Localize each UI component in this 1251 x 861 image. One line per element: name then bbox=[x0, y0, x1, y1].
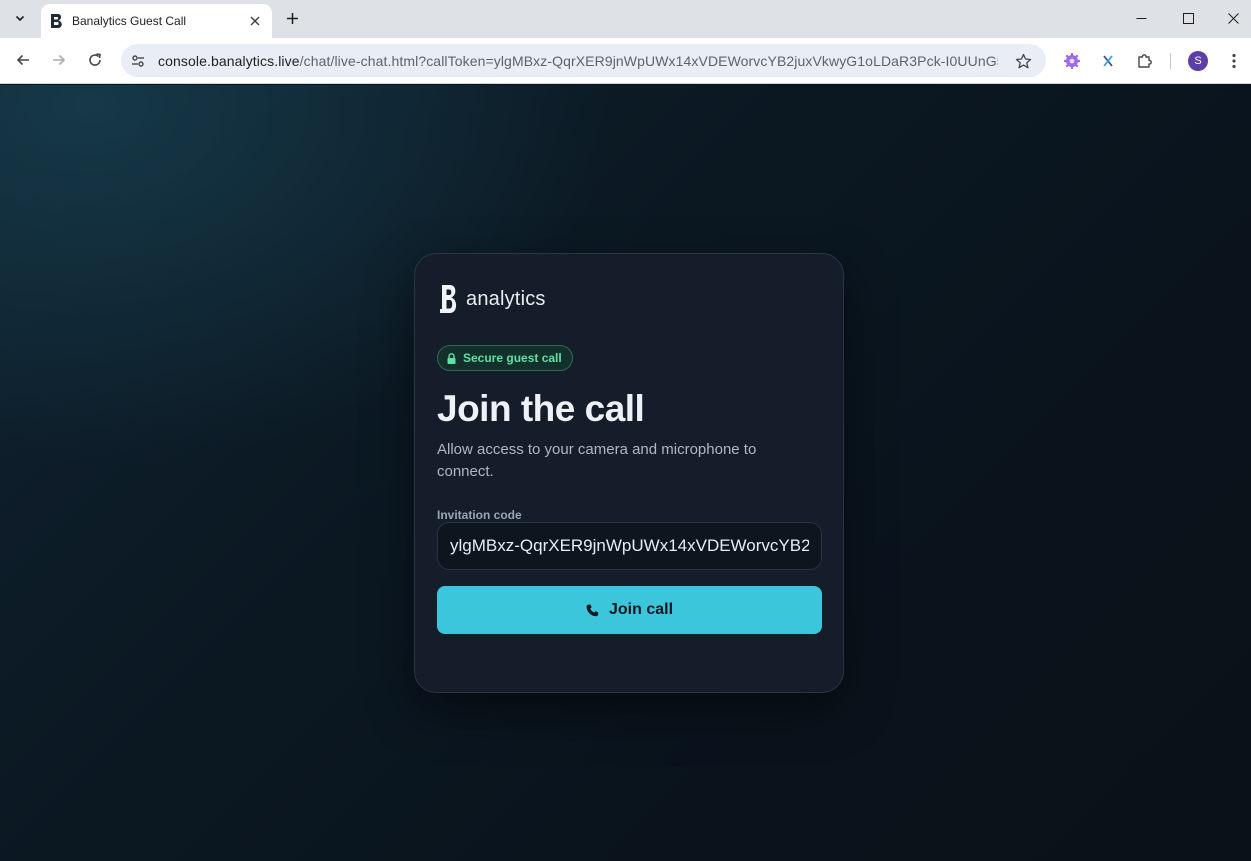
window-close-button[interactable] bbox=[1210, 0, 1251, 36]
back-button[interactable] bbox=[8, 45, 38, 75]
join-call-card: analytics Secure guest call Join the cal… bbox=[414, 253, 844, 693]
tab-title: Banalytics Guest Call bbox=[72, 14, 187, 28]
lock-icon bbox=[447, 352, 457, 364]
brand-logo: analytics bbox=[439, 284, 546, 314]
reload-button[interactable] bbox=[80, 45, 110, 75]
extension-x-icon[interactable] bbox=[1096, 49, 1120, 73]
toolbar-divider bbox=[1170, 53, 1171, 69]
extension-gear-icon[interactable] bbox=[1060, 49, 1084, 73]
browser-toolbar: console.banalytics.live/chat/live-chat.h… bbox=[0, 38, 1251, 84]
banalytics-favicon-icon bbox=[49, 13, 65, 29]
badge-label: Secure guest call bbox=[463, 351, 562, 365]
page-title: Join the call bbox=[437, 388, 645, 429]
invitation-code-input[interactable] bbox=[437, 522, 822, 570]
active-tab[interactable]: Banalytics Guest Call bbox=[41, 4, 272, 38]
bookmark-star-icon[interactable] bbox=[1012, 50, 1034, 72]
minimize-icon bbox=[1136, 17, 1146, 19]
chevron-down-icon bbox=[15, 15, 25, 22]
forward-icon bbox=[53, 54, 66, 66]
maximize-icon bbox=[1182, 12, 1194, 24]
address-bar[interactable]: console.banalytics.live/chat/live-chat.h… bbox=[121, 44, 1046, 77]
url-path: /chat/live-chat.html?callToken=ylgMBxz-Q… bbox=[299, 52, 998, 69]
plus-icon bbox=[286, 12, 298, 24]
maximize-button[interactable] bbox=[1165, 0, 1211, 36]
tab-strip: Banalytics Guest Call bbox=[0, 0, 1251, 38]
site-info-icon[interactable] bbox=[125, 48, 151, 74]
forward-button[interactable] bbox=[44, 45, 74, 75]
minimize-button[interactable] bbox=[1118, 0, 1164, 36]
url-host: console.banalytics.live bbox=[158, 52, 300, 69]
tab-search-button[interactable] bbox=[6, 6, 34, 30]
phone-icon bbox=[586, 603, 600, 617]
profile-avatar[interactable]: S bbox=[1188, 51, 1208, 71]
page-subtitle: Allow access to your camera and micropho… bbox=[437, 441, 757, 480]
join-call-button[interactable]: Join call bbox=[437, 586, 822, 634]
url-text: console.banalytics.live/chat/live-chat.h… bbox=[158, 53, 998, 69]
new-tab-button[interactable] bbox=[280, 6, 304, 30]
invitation-code-label: Invitation code bbox=[437, 508, 522, 522]
secure-guest-badge: Secure guest call bbox=[437, 345, 573, 371]
kebab-menu-icon[interactable] bbox=[1222, 49, 1246, 73]
back-icon bbox=[16, 54, 29, 66]
window-close-icon bbox=[1227, 12, 1239, 24]
join-call-label: Join call bbox=[608, 601, 674, 618]
reload-icon bbox=[89, 53, 101, 66]
banalytics-logo-icon bbox=[440, 285, 457, 313]
page-background: analytics Secure guest call Join the cal… bbox=[0, 85, 1251, 861]
brand-name: analytics bbox=[466, 287, 546, 310]
puzzle-icon[interactable] bbox=[1133, 49, 1157, 73]
tab-close-icon[interactable] bbox=[246, 12, 264, 30]
